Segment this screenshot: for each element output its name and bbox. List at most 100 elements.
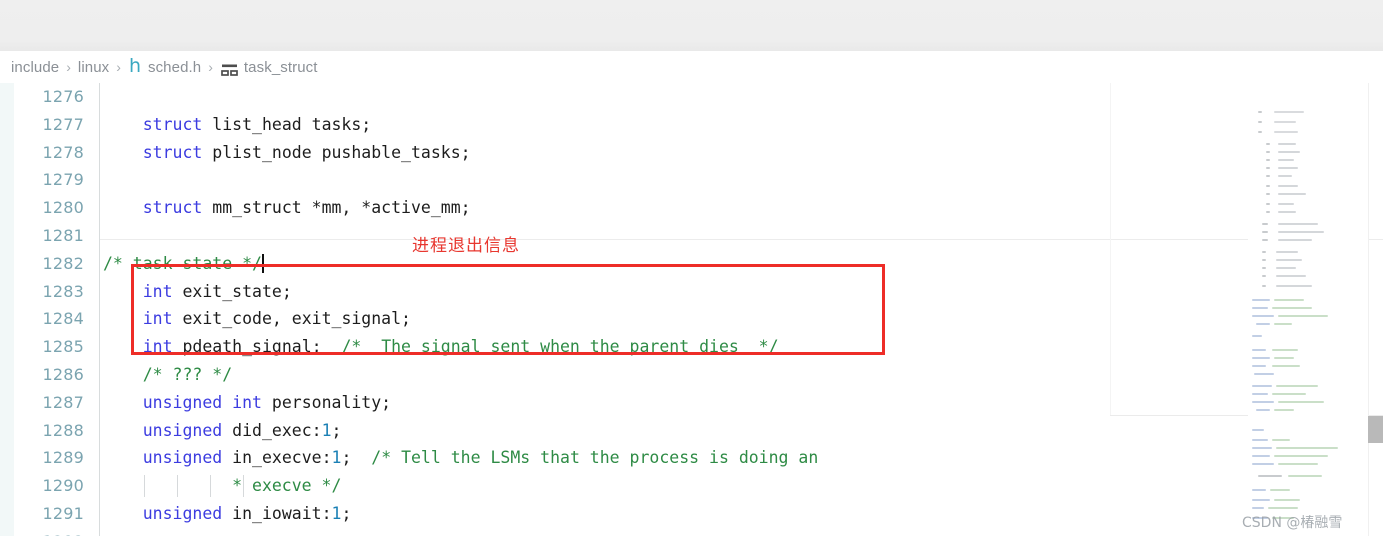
code-token: ; <box>341 448 372 468</box>
minimap-line <box>1270 489 1290 491</box>
code-token: list_head tasks; <box>202 114 372 134</box>
line-number: 1283 <box>42 281 84 301</box>
minimap-line <box>1252 393 1268 395</box>
code-token: 1 <box>321 420 332 440</box>
minimap-line <box>1274 299 1304 301</box>
minimap-line <box>1272 349 1298 351</box>
minimap-line <box>1252 447 1272 449</box>
minimap-line <box>1252 307 1268 309</box>
text-cursor <box>261 253 264 273</box>
code-line[interactable] <box>100 83 1110 111</box>
code-line[interactable]: struct mm_struct *mm, *active_mm; <box>100 194 1110 222</box>
minimap-line <box>1278 203 1294 205</box>
minimap-line <box>1262 251 1266 253</box>
code-line[interactable] <box>100 166 1110 194</box>
minimap-line <box>1266 143 1270 145</box>
code-token: /* Tell the LSMs that the process is doi… <box>371 448 819 468</box>
code-token: pdeath_signal; <box>172 337 342 357</box>
minimap-line <box>1276 267 1296 269</box>
code-token: int <box>142 281 173 301</box>
c-header-file-icon: h <box>128 54 141 77</box>
minimap-line <box>1272 307 1312 309</box>
breadcrumb-item-task-struct[interactable]: task_struct <box>244 59 318 76</box>
code-line[interactable]: /* ??? */ <box>100 361 1110 389</box>
code-line[interactable]: unsigned int personality; <box>100 389 1110 417</box>
line-number: 1290 <box>42 476 84 496</box>
code-token: ; <box>341 503 352 523</box>
minimap-line <box>1276 275 1306 277</box>
code-token: /* task state */ <box>103 253 262 273</box>
minimap-line <box>1262 223 1268 225</box>
code-line[interactable]: unsigned in_execve:1; /* Tell the LSMs t… <box>100 444 1110 472</box>
code-line[interactable]: int exit_code, exit_signal; <box>100 305 1110 333</box>
minimap-line <box>1252 489 1266 491</box>
minimap-line <box>1278 185 1298 187</box>
minimap-line <box>1252 365 1266 367</box>
minimap-line <box>1278 167 1298 169</box>
code-token: mm_struct *mm, *active_mm; <box>202 198 471 218</box>
code-line[interactable]: struct list_head tasks; <box>100 111 1110 139</box>
code-line[interactable]: struct plist_node pushable_tasks; <box>100 139 1110 167</box>
minimap-line <box>1252 299 1270 301</box>
watermark: CSDN @椿融雪 <box>1242 515 1343 531</box>
code-token: int <box>142 309 173 329</box>
code-line[interactable]: /* task state */ <box>100 250 1110 278</box>
code-content[interactable]: struct list_head tasks; struct plist_nod… <box>100 83 1110 536</box>
line-number: 1278 <box>42 142 84 162</box>
indent-guide <box>210 475 211 498</box>
minimap-line <box>1266 211 1270 213</box>
minimap-line <box>1278 151 1300 153</box>
minimap-line <box>1262 239 1268 241</box>
minimap[interactable] <box>1248 83 1368 536</box>
breadcrumb-item-schedh[interactable]: sched.h <box>148 59 201 76</box>
code-line[interactable] <box>100 222 1110 250</box>
line-number: 1276 <box>42 87 84 106</box>
minimap-line <box>1268 507 1298 509</box>
breadcrumb-separator: › <box>66 59 71 75</box>
minimap-line <box>1252 357 1270 359</box>
vertical-scrollbar-thumb[interactable] <box>1368 416 1383 443</box>
minimap-line <box>1272 393 1306 395</box>
minimap-line <box>1278 143 1296 145</box>
minimap-line <box>1276 259 1302 261</box>
indent-guide <box>144 475 145 498</box>
indent-guides <box>100 472 1110 500</box>
code-token: personality; <box>261 392 392 412</box>
line-number: 1281 <box>42 225 84 245</box>
minimap-line <box>1252 385 1272 387</box>
minimap-left-edge <box>1110 83 1111 415</box>
code-line[interactable]: int exit_state; <box>100 278 1110 306</box>
code-line[interactable]: * execve */ <box>100 472 1110 500</box>
minimap-line <box>1258 475 1282 477</box>
breadcrumb-item-include[interactable]: include <box>11 59 59 76</box>
minimap-line <box>1278 463 1318 465</box>
code-line[interactable]: unsigned in_iowait:1; <box>100 500 1110 528</box>
minimap-line <box>1274 111 1304 113</box>
line-number-gutter: 1276 1277 1278 1279 1280 1281 1282 1283 1284 1285… <box>0 83 100 536</box>
code-line[interactable] <box>100 528 1110 536</box>
minimap-line <box>1266 175 1270 177</box>
code-line[interactable]: int pdeath_signal; /* The signal sent wh… <box>100 333 1110 361</box>
minimap-line <box>1252 401 1274 403</box>
minimap-line <box>1262 259 1266 261</box>
vscode-window: include › linux › h sched.h › task_struc… <box>0 0 1383 536</box>
breadcrumb-item-linux[interactable]: linux <box>78 59 109 76</box>
minimap-line <box>1254 373 1274 375</box>
minimap-line <box>1274 121 1296 123</box>
code-editor[interactable]: 1276 1277 1278 1279 1280 1281 1282 1283 1284 1285… <box>0 83 1383 536</box>
line-number: 1286 <box>42 364 84 384</box>
minimap-line <box>1274 131 1298 133</box>
indent-guide <box>177 475 178 498</box>
struct-symbol-icon <box>221 63 238 76</box>
line-number: 1282 <box>42 253 84 273</box>
minimap-line <box>1274 323 1292 325</box>
breadcrumb[interactable]: include › linux › h sched.h › task_struc… <box>0 51 1383 83</box>
breadcrumb-separator: › <box>208 59 213 75</box>
code-line[interactable]: unsigned did_exec:1; <box>100 417 1110 445</box>
